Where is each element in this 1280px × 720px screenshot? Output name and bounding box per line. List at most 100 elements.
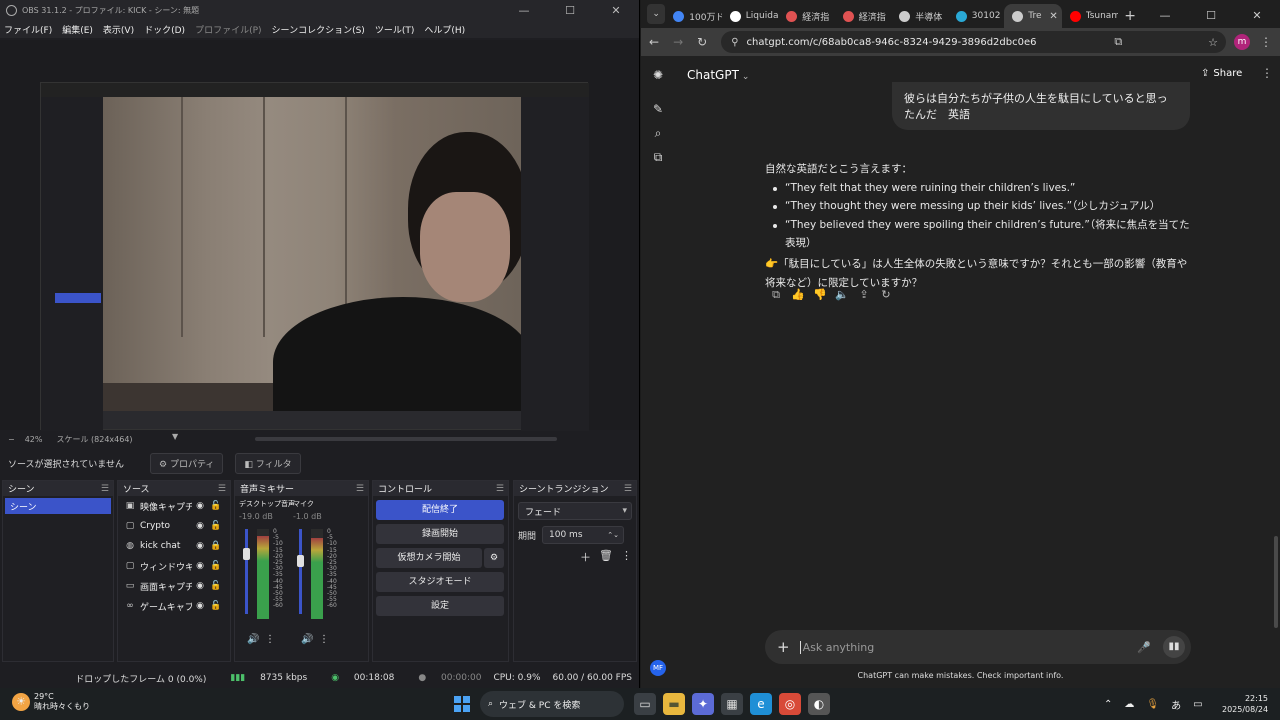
share-icon[interactable]: ⇪	[853, 288, 875, 302]
forward-icon[interactable]: →	[673, 35, 683, 49]
transition-select[interactable]: フェード ▾	[518, 502, 632, 520]
back-icon[interactable]: ←	[649, 35, 659, 49]
ime-mode[interactable]: あ	[1171, 697, 1181, 712]
source-item[interactable]: ▢ Crypto ◉ 🔓	[118, 516, 230, 536]
search-icon[interactable]: ⌕	[651, 126, 665, 140]
site-info-icon[interactable]: ⚲	[731, 37, 738, 48]
taskbar-search[interactable]: ⌕ ウェブ & PC を検索	[480, 691, 624, 717]
minimize-button[interactable]: —	[1142, 9, 1188, 22]
read-aloud-icon[interactable]: 🔈	[831, 288, 853, 302]
profile-avatar[interactable]: m	[1234, 34, 1250, 50]
onedrive-icon[interactable]: ☁	[1124, 699, 1134, 710]
source-item[interactable]: ∞ ゲームキャプチャ◉🔓	[118, 596, 230, 616]
tray-overflow-icon[interactable]: ⌃	[1104, 699, 1112, 710]
share-button[interactable]: ⇪ Share	[1201, 68, 1242, 79]
maximize-button[interactable]: ☐	[1188, 9, 1234, 22]
eye-icon[interactable]: ◉	[192, 581, 208, 591]
eye-icon[interactable]: ◉	[192, 541, 208, 551]
dock-menu-icon[interactable]: ☰	[101, 484, 109, 494]
menu-help[interactable]: ヘルプ(H)	[424, 23, 465, 36]
network-icon[interactable]: ▭	[1193, 699, 1202, 710]
unlock-icon[interactable]: 🔓	[208, 501, 224, 511]
browser-tab-active[interactable]: Tre ✕	[1004, 4, 1062, 28]
filters-button[interactable]: ◧ フィルタ	[235, 452, 301, 474]
store-icon[interactable]: ▦	[721, 693, 743, 715]
start-virtual-camera-button[interactable]: 仮想カメラ開始	[376, 548, 482, 568]
source-item[interactable]: ◍ kick chat ◉ 🔒	[118, 536, 230, 556]
reload-icon[interactable]: ↻	[697, 35, 707, 49]
channel-menu-icon[interactable]: ⋮	[319, 634, 329, 645]
eye-icon[interactable]: ◉	[192, 601, 208, 611]
model-selector[interactable]: ChatGPT ⌄	[687, 68, 749, 82]
volume-fader[interactable]	[245, 529, 248, 614]
menu-scene-collection[interactable]: シーンコレクション(S)	[272, 23, 365, 36]
file-explorer-icon[interactable]: ▬	[663, 693, 685, 715]
prompt-input[interactable]: Ask anything	[799, 640, 1138, 654]
browser-tab[interactable]: 100万ド	[665, 4, 722, 28]
browser-tab[interactable]: 半導体	[891, 4, 948, 28]
conversation-menu-icon[interactable]: ⋮	[1261, 66, 1273, 80]
browser-tab[interactable]: 経済指	[835, 4, 892, 28]
chrome-icon[interactable]: ◎	[779, 693, 801, 715]
edge-icon[interactable]: e	[750, 693, 772, 715]
eye-icon[interactable]: ◉	[192, 521, 208, 531]
obs-icon[interactable]: ◐	[808, 693, 830, 715]
new-chat-icon[interactable]: ✎	[651, 102, 665, 116]
properties-button[interactable]: ⚙ プロパティ	[150, 452, 224, 474]
close-tab-icon[interactable]: ✕	[1049, 11, 1057, 22]
scale-dropdown-icon[interactable]: ▼	[172, 432, 178, 441]
tab-search-icon[interactable]: ⌄	[647, 4, 666, 24]
browser-tab[interactable]: Liquida	[722, 4, 778, 28]
close-button[interactable]: ✕	[1234, 9, 1280, 22]
openai-logo-icon[interactable]: ✺	[651, 68, 665, 82]
unlock-icon[interactable]: 🔓	[208, 581, 224, 591]
address-bar[interactable]: ⚲ chatgpt.com/c/68ab0ca8-946c-8324-9429-…	[721, 31, 1226, 53]
browser-tab[interactable]: 経済指	[778, 4, 835, 28]
add-transition-icon[interactable]: ＋	[580, 549, 591, 565]
mic-icon[interactable]: 🎤	[1137, 641, 1151, 654]
volume-fader[interactable]	[299, 529, 302, 614]
unlock-icon[interactable]: 🔓	[208, 521, 224, 531]
taskbar-clock[interactable]: 22:15 2025/08/24	[1222, 693, 1268, 715]
unlock-icon[interactable]: 🔓	[208, 561, 224, 571]
close-button[interactable]: ✕	[593, 4, 639, 17]
copy-icon[interactable]: ⧉	[765, 288, 787, 302]
dock-menu-icon[interactable]: ☰	[624, 484, 632, 494]
studio-mode-button[interactable]: スタジオモード	[376, 572, 504, 592]
speaker-icon[interactable]: 🔊	[301, 634, 313, 645]
more-menu-icon[interactable]: ⋮	[1260, 35, 1272, 49]
spinner-icon[interactable]: ⌃⌄	[607, 531, 619, 539]
fader-knob[interactable]	[243, 547, 250, 560]
source-item[interactable]: ▢ ウィンドウキャプ◉🔓	[118, 556, 230, 576]
browser-tab[interactable]: Tsunam	[1062, 4, 1118, 28]
source-item[interactable]: ▣ 映像キャプチャ◉🔓	[118, 496, 230, 516]
menu-tools[interactable]: ツール(T)	[375, 23, 415, 36]
eye-icon[interactable]: ◉	[192, 561, 208, 571]
fader-knob[interactable]	[297, 554, 304, 567]
menu-file[interactable]: ファイル(F)	[4, 23, 52, 36]
menu-docks[interactable]: ドック(D)	[144, 23, 185, 36]
eye-icon[interactable]: ◉	[192, 501, 208, 511]
stop-streaming-button[interactable]: 配信終了	[376, 500, 504, 520]
speaker-icon[interactable]: 🔊	[247, 634, 259, 645]
menu-profile[interactable]: プロファイル(P)	[195, 23, 261, 36]
dock-menu-icon[interactable]: ☰	[218, 484, 226, 494]
dock-menu-icon[interactable]: ☰	[356, 484, 364, 494]
source-item[interactable]: ▭ 画面キャプチャ◉🔓	[118, 576, 230, 596]
menu-edit[interactable]: 編集(E)	[62, 23, 93, 36]
dock-menu-icon[interactable]: ☰	[496, 484, 504, 494]
menu-view[interactable]: 表示(V)	[103, 23, 134, 36]
zoom-out-icon[interactable]: −	[8, 435, 15, 444]
thumbs-up-icon[interactable]: 👍	[787, 288, 809, 302]
voice-mode-icon[interactable]: ▮▮	[1163, 636, 1185, 658]
mic-in-use-icon[interactable]: 🎙	[1146, 699, 1159, 710]
copilot-icon[interactable]: ✦	[692, 693, 714, 715]
library-icon[interactable]: ⧉	[651, 150, 665, 164]
unlock-icon[interactable]: 🔓	[208, 601, 224, 611]
settings-button[interactable]: 設定	[376, 596, 504, 616]
duration-input[interactable]: 100 ms ⌃⌄	[542, 526, 625, 544]
new-tab-button[interactable]: +	[1118, 8, 1142, 24]
virtual-camera-gear-icon[interactable]: ⚙	[484, 548, 504, 568]
preview-scrollbar[interactable]	[255, 437, 557, 441]
star-icon[interactable]: ☆	[1208, 36, 1218, 49]
